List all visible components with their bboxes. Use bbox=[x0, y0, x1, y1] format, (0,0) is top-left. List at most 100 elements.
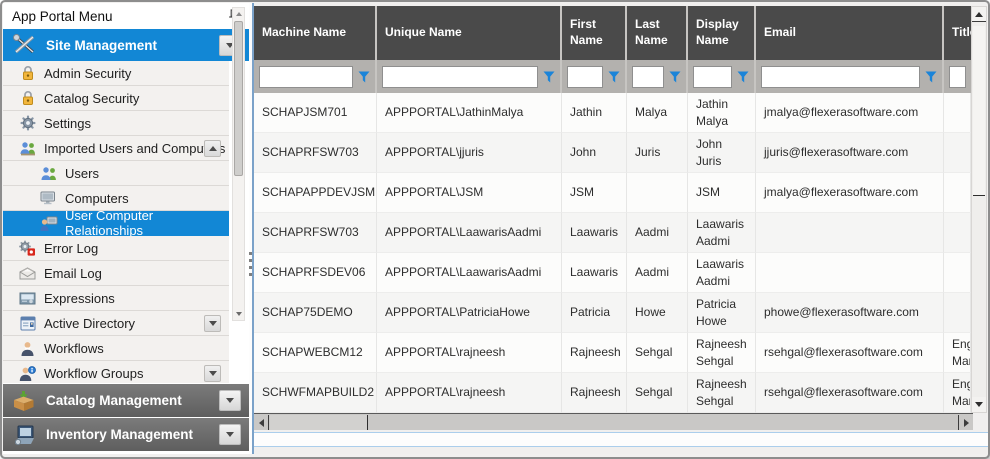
site-management-menu: Admin Security Catalog Security Settings… bbox=[3, 61, 249, 383]
cell-first: Laawaris bbox=[562, 213, 627, 253]
filter-cell-first bbox=[562, 60, 627, 93]
grid-scroll-up-icon[interactable] bbox=[972, 7, 986, 22]
cell-machine: SCHAPAPPDEVJSM bbox=[254, 173, 377, 213]
sidebar-item-workflow-groups-toggle-button[interactable] bbox=[204, 365, 221, 382]
filter-input-display[interactable] bbox=[693, 66, 732, 88]
sidebar: App Portal Menu Site Management bbox=[3, 3, 249, 454]
column-header-unique[interactable]: Unique Name bbox=[377, 6, 562, 60]
grid-scroll-down-icon[interactable] bbox=[972, 397, 986, 412]
sidebar-item-workflow-groups[interactable]: Workflow Groups bbox=[3, 361, 229, 383]
sidebar-item-user-computer-relationships[interactable]: User Computer Relationships bbox=[3, 211, 229, 236]
cell-display: JSM bbox=[688, 173, 756, 213]
cell-title bbox=[944, 253, 971, 293]
table-row[interactable]: SCHAPJSM701APPPORTAL\JathinMalyaJathinMa… bbox=[254, 93, 971, 133]
user-computer-icon bbox=[39, 215, 58, 232]
error-log-icon bbox=[18, 240, 37, 257]
cell-first: JSM bbox=[562, 173, 627, 213]
cell-machine: SCHAPJSM701 bbox=[254, 93, 377, 133]
filter-funnel-icon[interactable] bbox=[737, 71, 749, 83]
cell-first: Rajneesh bbox=[562, 333, 627, 373]
sidebar-item-catalog-security[interactable]: Catalog Security bbox=[3, 86, 229, 111]
grid-header-row: Machine NameUnique NameFirst NameLast Na… bbox=[254, 6, 971, 60]
catalog-management-expand-button[interactable] bbox=[219, 390, 241, 411]
gear-icon bbox=[18, 115, 37, 132]
filter-funnel-icon[interactable] bbox=[669, 71, 681, 83]
sidebar-scrollbar[interactable] bbox=[232, 7, 245, 321]
cell-display: Laawaris Aadmi bbox=[688, 213, 756, 253]
inventory-icon bbox=[10, 423, 38, 447]
cell-last: Juris bbox=[627, 133, 688, 173]
grid-vertical-scrollbar[interactable] bbox=[971, 6, 987, 413]
sidebar-item-active-directory-toggle-button[interactable] bbox=[204, 315, 221, 332]
sidebar-item-imported-users-and-computers[interactable]: Imported Users and Computers bbox=[3, 136, 229, 161]
filter-input-first[interactable] bbox=[567, 66, 603, 88]
filter-input-last[interactable] bbox=[632, 66, 664, 88]
lock-icon bbox=[18, 65, 37, 82]
cell-unique: APPPORTAL\PatriciaHowe bbox=[377, 293, 562, 333]
cell-email: phowe@flexerasoftware.com bbox=[756, 293, 944, 333]
site-management-icon bbox=[10, 33, 38, 57]
sidebar-item-admin-security[interactable]: Admin Security bbox=[3, 61, 229, 86]
sidebar-scroll-down-icon[interactable] bbox=[233, 308, 244, 320]
filter-funnel-icon[interactable] bbox=[608, 71, 620, 83]
table-row[interactable]: SCHAPAPPDEVJSMAPPPORTAL\JSMJSMJSMjmalya@… bbox=[254, 173, 971, 213]
expressions-icon bbox=[18, 290, 37, 307]
cell-title: Engineering Manager bbox=[944, 333, 971, 373]
sidebar-group-label: Catalog Management bbox=[46, 393, 182, 408]
grid-vertical-scrollbar-thumb[interactable] bbox=[973, 26, 985, 196]
table-row[interactable]: SCHAPWEBCM12APPPORTAL\rajneeshRajneeshSe… bbox=[254, 333, 971, 373]
filter-input-unique[interactable] bbox=[382, 66, 538, 88]
sidebar-item-workflows[interactable]: Workflows bbox=[3, 336, 229, 361]
sidebar-title-bar: App Portal Menu bbox=[3, 3, 249, 29]
sidebar-group-inventory-management[interactable]: Inventory Management bbox=[3, 418, 249, 451]
column-header-first[interactable]: First Name bbox=[562, 6, 627, 60]
table-row[interactable]: SCHWFMAPBUILD2APPPORTAL\rajneeshRajneesh… bbox=[254, 373, 971, 413]
filter-funnel-icon[interactable] bbox=[358, 71, 370, 83]
filter-funnel-icon[interactable] bbox=[543, 71, 555, 83]
sidebar-scrollbar-thumb[interactable] bbox=[234, 21, 243, 176]
column-header-email[interactable]: Email bbox=[756, 6, 944, 60]
column-header-display[interactable]: Display Name bbox=[688, 6, 756, 60]
filter-funnel-icon[interactable] bbox=[925, 71, 937, 83]
catalog-box-icon bbox=[10, 389, 38, 413]
cell-unique: APPPORTAL\JathinMalya bbox=[377, 93, 562, 133]
grid-horizontal-scrollbar-thumb[interactable] bbox=[270, 415, 368, 430]
sidebar-item-error-log[interactable]: Error Log bbox=[3, 236, 229, 261]
cell-display: Rajneesh Sehgal bbox=[688, 373, 756, 413]
cell-last: Aadmi bbox=[627, 213, 688, 253]
sidebar-item-expressions[interactable]: Expressions bbox=[3, 286, 229, 311]
grid-horizontal-scrollbar[interactable] bbox=[254, 413, 973, 430]
sidebar-item-settings[interactable]: Settings bbox=[3, 111, 229, 136]
filter-input-title[interactable] bbox=[949, 66, 966, 88]
grid-scroll-left-icon[interactable] bbox=[254, 415, 269, 430]
sidebar-item-users[interactable]: Users bbox=[3, 161, 229, 186]
cell-email: jjuris@flexerasoftware.com bbox=[756, 133, 944, 173]
filter-cell-title bbox=[944, 60, 971, 93]
sidebar-item-imported-users-and-computers-toggle-button[interactable] bbox=[204, 140, 221, 157]
grid-status-strip bbox=[254, 432, 989, 447]
column-header-title[interactable]: Title bbox=[944, 6, 971, 60]
cell-display: Jathin Malya bbox=[688, 93, 756, 133]
cell-title: Engineering Manager bbox=[944, 373, 971, 413]
filter-input-machine[interactable] bbox=[259, 66, 353, 88]
cell-first: Laawaris bbox=[562, 253, 627, 293]
grid-scroll-right-icon[interactable] bbox=[958, 415, 973, 430]
cell-title bbox=[944, 213, 971, 253]
sidebar-group-catalog-management[interactable]: Catalog Management bbox=[3, 384, 249, 417]
filter-input-email[interactable] bbox=[761, 66, 920, 88]
sidebar-item-email-log[interactable]: Email Log bbox=[3, 261, 229, 286]
cell-last: Aadmi bbox=[627, 253, 688, 293]
inventory-management-expand-button[interactable] bbox=[219, 424, 241, 445]
cell-display: Rajneesh Sehgal bbox=[688, 333, 756, 373]
table-row[interactable]: SCHAP75DEMOAPPPORTAL\PatriciaHowePatrici… bbox=[254, 293, 971, 333]
column-header-machine[interactable]: Machine Name bbox=[254, 6, 377, 60]
table-row[interactable]: SCHAPRFSW703APPPORTAL\jjurisJohnJurisJoh… bbox=[254, 133, 971, 173]
sidebar-scroll-up-icon[interactable] bbox=[233, 8, 244, 20]
sidebar-item-active-directory[interactable]: Active Directory bbox=[3, 311, 229, 336]
table-row[interactable]: SCHAPRFSW703APPPORTAL\LaawarisAadmiLaawa… bbox=[254, 213, 971, 253]
cell-title bbox=[944, 133, 971, 173]
cell-machine: SCHAPRFSW703 bbox=[254, 133, 377, 173]
sidebar-group-site-management[interactable]: Site Management bbox=[3, 29, 249, 61]
column-header-last[interactable]: Last Name bbox=[627, 6, 688, 60]
table-row[interactable]: SCHAPRFSDEV06APPPORTAL\LaawarisAadmiLaaw… bbox=[254, 253, 971, 293]
